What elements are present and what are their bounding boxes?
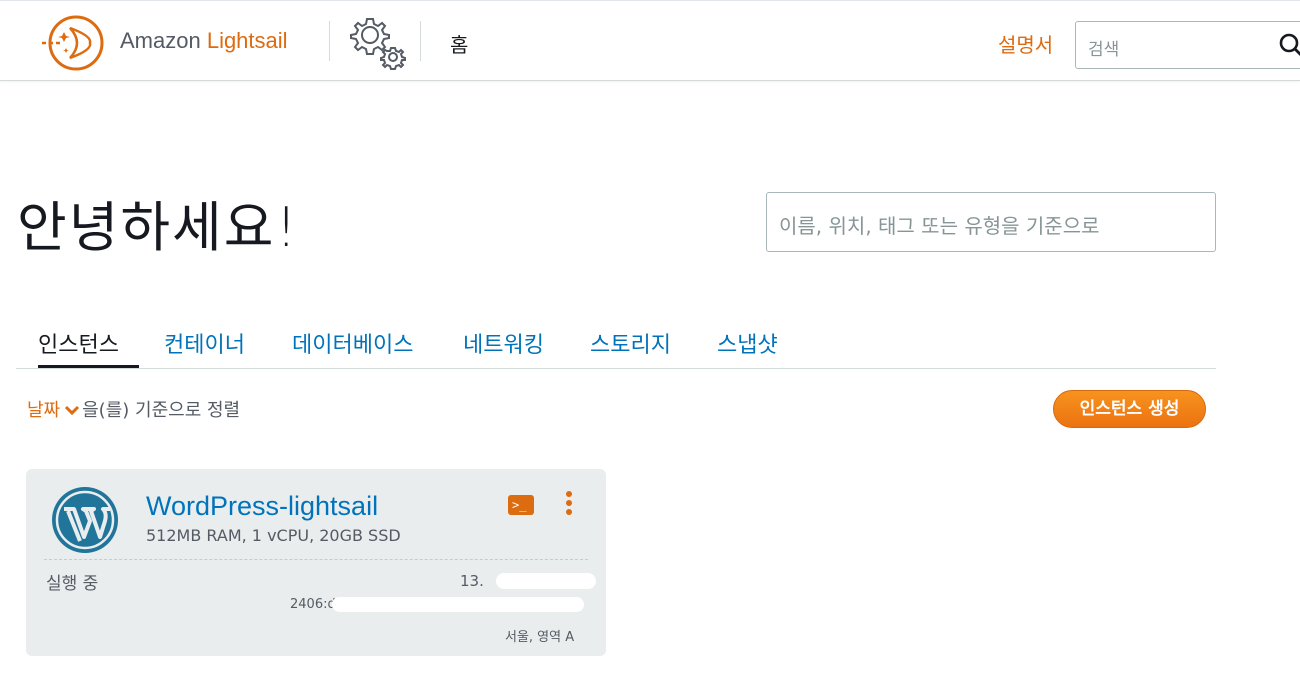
- divider: [420, 21, 421, 61]
- docs-link[interactable]: 설명서: [998, 29, 1053, 58]
- instance-spec: 512MB RAM, 1 vCPU, 20GB SSD: [146, 526, 401, 545]
- chevron-down-icon[interactable]: [64, 403, 80, 417]
- redaction: [332, 597, 584, 612]
- divider: [329, 21, 330, 61]
- instance-state: 실행 중: [46, 574, 99, 594]
- instance-card[interactable]: WordPress-lightsail 512MB RAM, 1 vCPU, 2…: [26, 469, 606, 656]
- nav-home-link[interactable]: 홈: [450, 29, 468, 58]
- create-instance-button[interactable]: 인스턴스 생성: [1053, 390, 1206, 428]
- public-ipv4: 13.: [460, 572, 484, 590]
- kebab-menu-icon[interactable]: [564, 491, 574, 517]
- gears-icon[interactable]: [344, 11, 408, 71]
- tab-storage[interactable]: 스토리지: [590, 327, 671, 359]
- brand-accent: Lightsail: [206, 28, 288, 53]
- wordpress-icon: [50, 485, 120, 555]
- tab-networking[interactable]: 네트워킹: [463, 327, 544, 359]
- tab-databases[interactable]: 데이터베이스: [292, 327, 413, 359]
- tab-snapshots[interactable]: 스냅샷: [717, 327, 778, 359]
- filter-input[interactable]: 이름, 위치, 태그 또는 유형을 기준으로: [766, 192, 1216, 252]
- sort-control: 날짜 을(를) 기준으로 정렬: [27, 396, 240, 422]
- brand-prefix: Amazon: [120, 28, 207, 53]
- tab-containers[interactable]: 컨테이너: [164, 327, 245, 359]
- instance-region: 서울, 영역 A: [505, 630, 575, 645]
- instance-name-link[interactable]: WordPress-lightsail: [146, 491, 378, 522]
- active-tab-indicator: [38, 365, 139, 368]
- top-nav: Amazon Lightsail 홈 설명서 검색: [0, 0, 1300, 81]
- search-input[interactable]: 검색: [1075, 21, 1300, 69]
- tab-instances[interactable]: 인스턴스: [38, 327, 119, 359]
- redaction: [496, 573, 596, 589]
- public-ipv6: 2406:d: [290, 597, 336, 612]
- brand-name: Amazon Lightsail: [120, 28, 288, 54]
- page-title: 안녕하세요!: [17, 196, 300, 259]
- sort-key-dropdown[interactable]: 날짜: [27, 400, 60, 421]
- search-icon[interactable]: [1278, 32, 1300, 60]
- search-placeholder: 검색: [1088, 40, 1120, 60]
- divider: [44, 559, 588, 560]
- sort-suffix: 을(를) 기준으로 정렬: [82, 400, 241, 421]
- filter-placeholder: 이름, 위치, 태그 또는 유형을 기준으로: [779, 214, 1100, 238]
- resource-tabs: 인스턴스 컨테이너 데이터베이스 네트워킹 스토리지 스냅샷: [16, 323, 1216, 369]
- terminal-icon[interactable]: >_: [508, 495, 534, 515]
- lightsail-logo-icon[interactable]: [40, 14, 110, 72]
